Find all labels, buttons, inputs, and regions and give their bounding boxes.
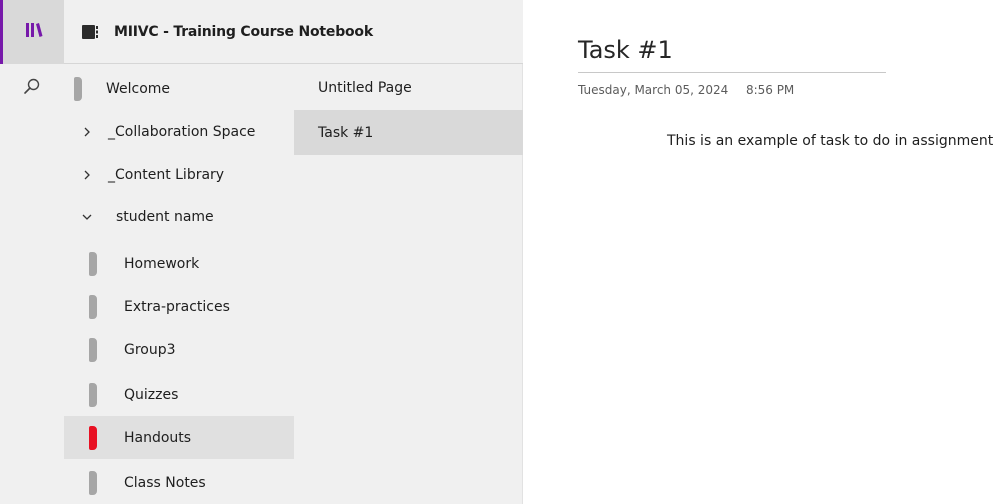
page-title[interactable]: Task #1 <box>578 36 673 64</box>
section-tab-icon <box>89 337 97 362</box>
page-time: 8:56 PM <box>745 83 795 97</box>
section-label: student name <box>116 208 214 225</box>
sections-pane: Welcome _Collaboration Space _Content Li… <box>64 64 294 504</box>
section-tab-icon <box>74 76 82 101</box>
section-tab-icon <box>89 294 97 319</box>
section-extra-practices[interactable]: Extra-practices <box>64 285 294 328</box>
notebooks-library-icon <box>25 22 43 42</box>
section-label: _Content Library <box>108 166 225 183</box>
notebook-title: MIIVC - Training Course Notebook <box>114 23 373 40</box>
section-quizzes[interactable]: Quizzes <box>64 373 294 416</box>
chevron-right-icon[interactable] <box>80 125 94 139</box>
chevron-down-icon[interactable] <box>80 210 94 224</box>
section-handouts[interactable]: Handouts <box>64 416 294 459</box>
notebook-header[interactable]: MIIVC - Training Course Notebook <box>64 0 523 64</box>
page-datetime: Tuesday, March 05, 2024 8:56 PM <box>578 83 794 97</box>
section-welcome[interactable]: Welcome <box>64 67 294 110</box>
notebooks-button[interactable] <box>0 0 64 64</box>
page-item-untitled-page[interactable]: Untitled Page <box>294 65 523 110</box>
section-group-content-library[interactable]: _Content Library <box>64 153 294 196</box>
section-group3[interactable]: Group3 <box>64 328 294 371</box>
title-divider <box>578 72 886 73</box>
chevron-right-icon[interactable] <box>80 168 94 182</box>
search-button[interactable] <box>0 64 64 112</box>
section-group-student-name[interactable]: student name <box>64 195 294 238</box>
page-date: Tuesday, March 05, 2024 <box>578 83 729 97</box>
section-label: Welcome <box>106 80 171 97</box>
section-tab-icon <box>89 251 97 276</box>
section-label: Quizzes <box>124 386 179 403</box>
section-label: _Collaboration Space <box>108 123 256 140</box>
section-label: Class Notes <box>124 474 206 491</box>
page-body-text[interactable]: This is an example of task to do in assi… <box>667 133 993 149</box>
section-group-collaboration-space[interactable]: _Collaboration Space <box>64 110 294 153</box>
page-label: Untitled Page <box>318 79 412 96</box>
pages-pane: Untitled Page Task #1 <box>294 64 523 504</box>
section-label: Group3 <box>124 341 176 358</box>
section-tab-icon <box>89 425 97 450</box>
page-item-task-1[interactable]: Task #1 <box>294 110 523 155</box>
search-icon <box>23 77 41 99</box>
app-rail <box>0 0 64 504</box>
section-label: Handouts <box>124 429 192 446</box>
section-homework[interactable]: Homework <box>64 242 294 285</box>
page-label: Task #1 <box>318 124 374 141</box>
section-tab-icon <box>89 382 97 407</box>
section-tab-icon <box>89 470 97 495</box>
notebook-icon <box>82 24 100 40</box>
section-class-notes[interactable]: Class Notes <box>64 461 294 504</box>
section-label: Extra-practices <box>124 298 230 315</box>
section-label: Homework <box>124 255 200 272</box>
page-canvas[interactable]: Task #1 Tuesday, March 05, 2024 8:56 PM … <box>523 0 1008 504</box>
